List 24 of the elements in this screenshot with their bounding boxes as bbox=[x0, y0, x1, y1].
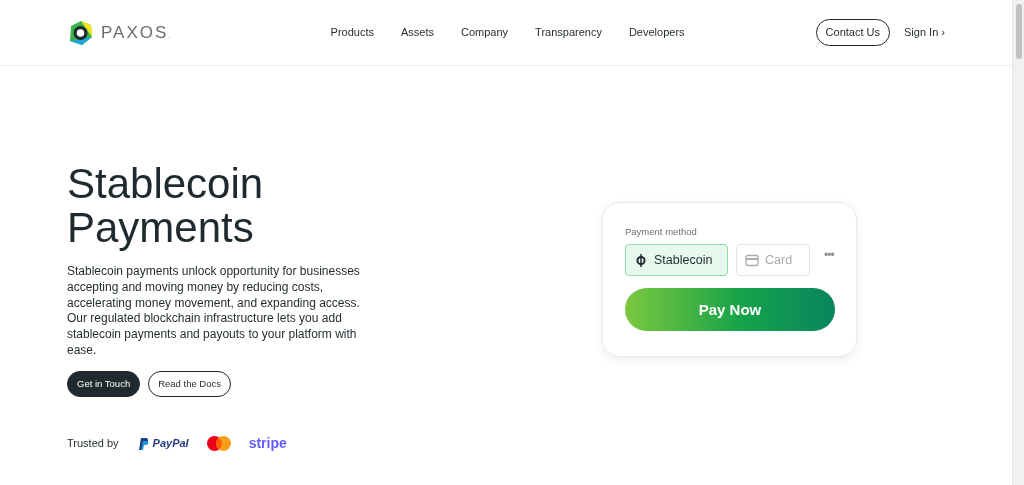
nav-link[interactable]: Developers bbox=[628, 24, 685, 41]
card-icon bbox=[745, 253, 759, 267]
coin-icon bbox=[634, 253, 648, 267]
paypal-icon bbox=[138, 437, 149, 450]
mastercard-icon bbox=[206, 436, 231, 452]
hero-description: Stablecoin payments unlock opportunity for businesses accepting and moving money by reducing costs, accelerating money movement, and expanding access. Our regulated blockchain infrastructure lets you add stablecoin payments and payouts to your platform with ease. bbox=[67, 264, 361, 359]
nav-link[interactable]: Products bbox=[330, 24, 374, 41]
contact-button[interactable]: Contact Us bbox=[815, 19, 891, 46]
payment-method-label: Payment method bbox=[625, 225, 698, 239]
docs-button[interactable]: Read the Docs bbox=[148, 370, 231, 398]
get-in-touch-button[interactable]: Get in Touch bbox=[67, 370, 141, 398]
brand-name[interactable]: PAXOS. bbox=[101, 19, 173, 46]
sign-in-link[interactable]: Sign In › bbox=[904, 24, 945, 41]
nav-link[interactable]: Transparency bbox=[535, 24, 602, 41]
scrollbar-thumb[interactable] bbox=[1015, 4, 1022, 59]
scrollbar[interactable] bbox=[1012, 0, 1024, 485]
stripe-logo: stripe bbox=[248, 434, 287, 454]
payment-option[interactable]: Stablecoin bbox=[625, 244, 728, 277]
trusted-by-label: Trusted by bbox=[67, 436, 119, 452]
logo-icon[interactable] bbox=[67, 19, 93, 46]
hero-title: Stablecoin Payments bbox=[67, 162, 265, 250]
paypal-logo: PayPal bbox=[152, 436, 189, 452]
nav-link[interactable]: Assets bbox=[401, 24, 434, 41]
nav-link[interactable]: Company bbox=[461, 24, 509, 41]
